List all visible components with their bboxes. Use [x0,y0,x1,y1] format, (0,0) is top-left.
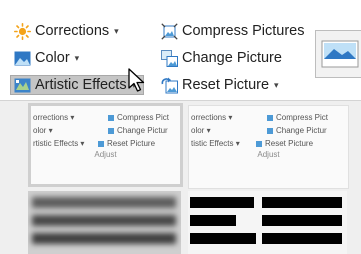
mouse-pointer-icon [128,68,145,92]
bw-stroke [190,197,254,208]
change-picture-icon [161,49,178,67]
sun-icon [14,22,31,40]
picture-style-icon [321,40,359,68]
artistic-effects-gallery: orrections ▾ olor ▾ rtistic Effects ▾ Co… [0,100,361,254]
compress-pictures-button[interactable]: Compress Pictures [161,21,304,41]
blur-stroke [32,233,176,244]
mini-adjust-group-label: Adjust [257,150,280,159]
reset-picture-icon [161,77,178,93]
reset-picture-button[interactable]: Reset Picture ▾ [161,75,279,95]
reset-picture-icon [98,140,104,147]
mini-change-label: Change Pictur [117,126,168,135]
mini-change-label: Change Pictur [276,126,327,135]
mini-change: Change Pictur [107,125,168,136]
mini-color: olor ▾ [33,125,53,136]
mini-compress: Compress Pict [266,112,328,123]
artistic-effect-thumbnail-2[interactable]: orrections ▾ olor ▾ tistic Effects ▾ Com… [188,105,349,189]
mini-adjust-group-label: Adjust [94,150,117,159]
artistic-effect-photocopy[interactable] [188,191,347,254]
blur-stroke [32,197,176,208]
mini-color-label: olor ▾ [33,126,53,135]
mini-color-label: olor ▾ [191,126,211,135]
bw-stroke [262,197,342,208]
chevron-down-icon: ▾ [274,79,279,90]
reset-picture-icon [256,140,262,147]
reset-picture-label: Reset Picture [182,77,270,93]
color-label: Color [35,50,70,66]
mini-compress-label: Compress Pict [117,113,170,122]
color-button[interactable]: Color ▾ [14,48,79,68]
mini-color: olor ▾ [191,125,211,136]
corrections-label: Corrections [35,23,110,39]
mini-reset-label: Reset Picture [107,139,156,148]
picture-style-thumbnail[interactable] [315,30,361,78]
mini-compress-label: Compress Pict [276,113,329,122]
mini-corrections-label: orrections ▾ [33,113,75,122]
change-picture-icon [267,127,273,134]
mini-reset: Reset Picture [97,138,155,149]
compress-pictures-icon [161,22,178,40]
bw-stroke [262,233,342,244]
artistic-effects-button[interactable]: Artistic Effects ▾ [10,75,144,95]
mini-corrections: orrections ▾ [33,112,74,123]
mini-artistic-label: rtistic Effects ▾ [33,139,85,148]
mini-reset-label: Reset Picture [265,139,314,148]
change-picture-label: Change Picture [182,50,282,66]
corrections-button[interactable]: Corrections ▾ [14,21,119,41]
chevron-down-icon: ▾ [114,25,119,36]
blur-stroke [32,215,176,226]
compress-pictures-label: Compress Pictures [182,23,305,39]
compress-pictures-icon [108,114,114,121]
bw-stroke [262,215,342,226]
chevron-down-icon: ▾ [74,52,80,63]
mini-reset: Reset Picture [255,138,313,149]
color-picture-icon [14,51,31,65]
artistic-effects-icon [14,78,31,92]
artistic-effect-blur[interactable] [28,191,181,254]
artistic-effects-label: Artistic Effects [35,77,127,93]
picture-format-ribbon: Corrections ▾ Color ▾ Artistic Effects ▾… [0,0,361,100]
mini-compress: Compress Pict [107,112,169,123]
mini-artistic-effects: tistic Effects ▾ [191,138,240,149]
bw-stroke [190,233,256,244]
change-picture-icon [108,127,114,134]
change-picture-button[interactable]: Change Picture [161,48,282,68]
mini-corrections: orrections ▾ [191,112,232,123]
mini-artistic-effects: rtistic Effects ▾ [33,138,84,149]
compress-pictures-icon [267,114,273,121]
mini-artistic-label: tistic Effects ▾ [191,139,240,148]
mini-corrections-label: orrections ▾ [191,113,233,122]
mini-change: Change Pictur [266,125,327,136]
bw-stroke [190,215,236,226]
artistic-effect-none[interactable]: orrections ▾ olor ▾ rtistic Effects ▾ Co… [28,103,183,187]
